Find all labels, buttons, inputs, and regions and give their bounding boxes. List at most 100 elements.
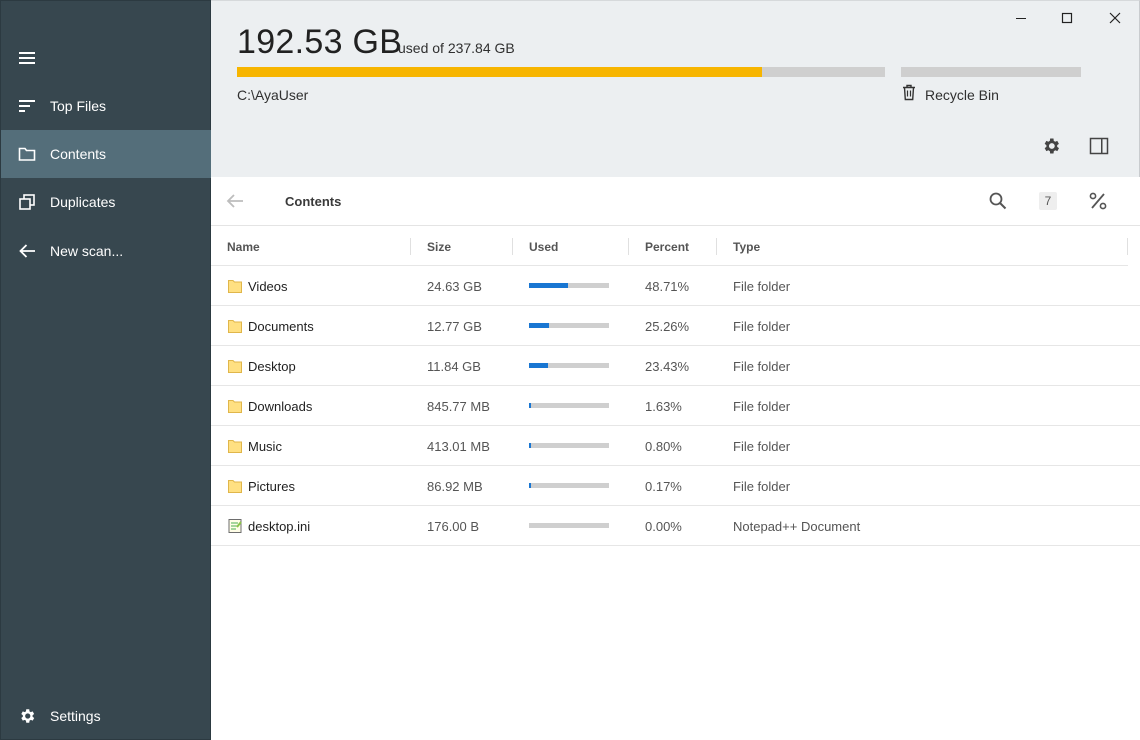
contents-toolbar: Contents 7: [211, 177, 1140, 226]
folder-icon: [227, 278, 243, 294]
used-bar-fill: [529, 483, 531, 488]
arrow-left-icon: [226, 194, 243, 208]
used-bar-fill: [529, 363, 548, 368]
file-name: desktop.ini: [248, 519, 311, 534]
back-button[interactable]: [225, 191, 245, 211]
table-row[interactable]: Desktop 11.84 GB 23.43% File folder: [211, 346, 1140, 386]
used-bar: [529, 443, 609, 448]
file-percent: 0.00%: [645, 519, 682, 534]
column-header-type[interactable]: Type: [733, 240, 760, 254]
notepad-document-icon: [227, 518, 243, 534]
file-percent: 1.63%: [645, 399, 682, 414]
column-separator[interactable]: [410, 238, 411, 255]
file-type: File folder: [733, 359, 791, 374]
sidebar-item-new-scan[interactable]: New scan...: [1, 227, 211, 275]
search-icon: [989, 192, 1007, 210]
page-title: Contents: [285, 194, 342, 209]
used-bar-fill: [529, 323, 550, 328]
sidebar-item-label: Duplicates: [50, 194, 116, 210]
contents-table: Name Size Used Percent Type Videos 24.63…: [211, 226, 1140, 546]
hamburger-menu-icon: [17, 48, 37, 68]
sidebar-item-duplicates[interactable]: Duplicates: [1, 178, 211, 226]
table-row[interactable]: Pictures 86.92 MB 0.17% File folder: [211, 466, 1140, 506]
file-size: 11.84 GB: [427, 359, 481, 374]
table-header: Name Size Used Percent Type: [211, 226, 1128, 266]
file-name: Desktop: [248, 359, 296, 374]
file-size: 12.77 GB: [427, 319, 482, 334]
minimize-button[interactable]: [1011, 9, 1031, 27]
sidebar-item-label: Contents: [50, 146, 107, 162]
minimize-icon: [1016, 18, 1026, 19]
column-separator[interactable]: [628, 238, 629, 255]
maximize-icon: [1061, 12, 1073, 24]
percent-icon: [1089, 192, 1107, 210]
folder-icon: [227, 318, 243, 334]
file-percent: 48.71%: [645, 279, 690, 294]
gear-icon: [1044, 138, 1059, 154]
used-bar: [529, 363, 609, 368]
used-bar: [529, 283, 609, 288]
table-row[interactable]: Downloads 845.77 MB 1.63% File folder: [211, 386, 1140, 426]
percent-toggle-button[interactable]: [1088, 191, 1108, 211]
used-bar: [529, 523, 609, 528]
file-name: Music: [248, 439, 282, 454]
file-size: 413.01 MB: [427, 439, 490, 454]
folder-icon: [227, 478, 243, 494]
file-name: Videos: [248, 279, 288, 294]
table-row[interactable]: Music 413.01 MB 0.80% File folder: [211, 426, 1140, 466]
used-bar-fill: [529, 443, 531, 448]
file-name: Pictures: [248, 479, 295, 494]
column-separator[interactable]: [1127, 238, 1128, 255]
folder-icon: [227, 438, 243, 454]
total-space-label: used of 237.84 GB: [398, 40, 515, 56]
used-bar: [529, 403, 609, 408]
maximize-button[interactable]: [1057, 9, 1077, 27]
column-header-used[interactable]: Used: [529, 240, 558, 254]
toggle-panel-button[interactable]: [1088, 135, 1110, 157]
recycle-bin-button[interactable]: Recycle Bin: [901, 84, 999, 105]
close-button[interactable]: [1105, 9, 1125, 27]
recycle-bin-label: Recycle Bin: [925, 87, 999, 103]
hamburger-menu-button[interactable]: [1, 34, 211, 82]
file-name: Documents: [248, 319, 314, 334]
table-row[interactable]: Documents 12.77 GB 25.26% File folder: [211, 306, 1140, 346]
file-type: Notepad++ Document: [733, 519, 861, 534]
file-size: 176.00 B: [427, 519, 480, 534]
file-percent: 25.26%: [645, 319, 690, 334]
disk-usage-fill: [237, 67, 762, 77]
sidebar-item-label: Settings: [50, 708, 101, 724]
file-type: File folder: [733, 439, 791, 454]
file-name: Downloads: [248, 399, 313, 414]
side-panel-icon: [1089, 137, 1109, 155]
column-header-size[interactable]: Size: [427, 240, 451, 254]
column-header-percent[interactable]: Percent: [645, 240, 689, 254]
arrow-left-icon: [17, 241, 37, 261]
table-row[interactable]: desktop.ini 176.00 B 0.00% Notepad++ Doc…: [211, 506, 1140, 546]
sidebar-item-top-files[interactable]: Top Files: [1, 82, 211, 130]
item-count-badge: 7: [1039, 192, 1057, 210]
sidebar-item-label: New scan...: [50, 243, 124, 259]
file-percent: 0.17%: [645, 479, 682, 494]
column-separator[interactable]: [716, 238, 717, 255]
search-button[interactable]: [988, 191, 1008, 211]
file-percent: 23.43%: [645, 359, 690, 374]
file-size: 24.63 GB: [427, 279, 482, 294]
folder-icon: [227, 398, 243, 414]
close-icon: [1109, 12, 1121, 24]
sidebar-item-settings[interactable]: Settings: [1, 692, 211, 740]
disk-usage-header: 192.53 GB used of 237.84 GB C:\AyaUser R…: [211, 0, 1140, 177]
folder-outline-icon: [17, 144, 37, 164]
settings-button[interactable]: [1040, 135, 1062, 157]
file-type: File folder: [733, 479, 791, 494]
duplicate-icon: [17, 192, 37, 212]
file-type: File folder: [733, 399, 791, 414]
sidebar-item-contents[interactable]: Contents: [1, 130, 211, 178]
file-size: 845.77 MB: [427, 399, 490, 414]
used-bar: [529, 323, 609, 328]
sidebar-item-label: Top Files: [50, 98, 107, 114]
column-separator[interactable]: [512, 238, 513, 255]
column-header-name[interactable]: Name: [227, 240, 260, 254]
sidebar: Top Files Contents Duplicates New scan..…: [0, 0, 211, 740]
disk-usage-bar: [237, 67, 885, 77]
table-row[interactable]: Videos 24.63 GB 48.71% File folder: [211, 266, 1140, 306]
